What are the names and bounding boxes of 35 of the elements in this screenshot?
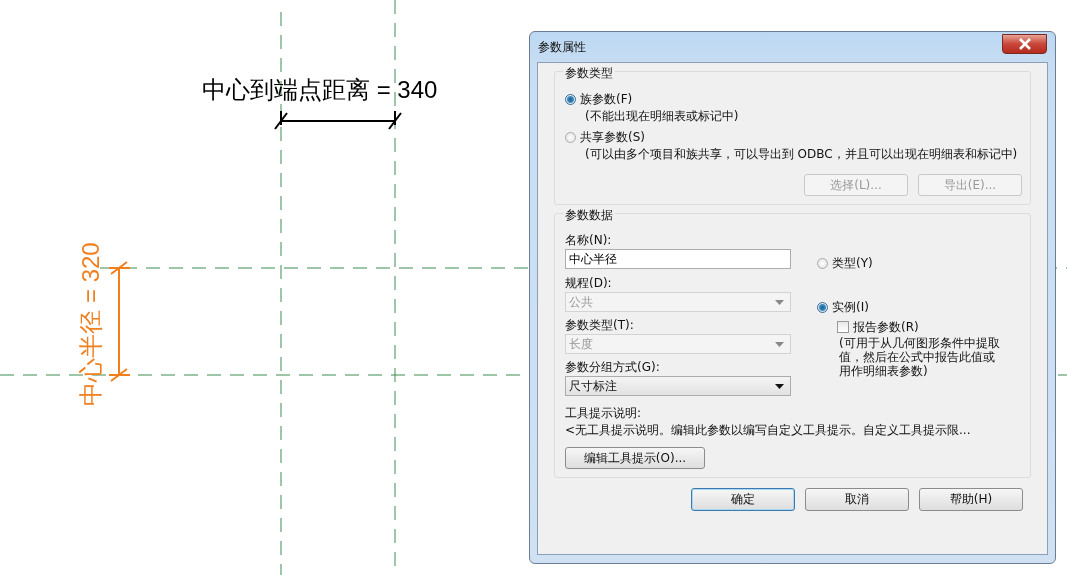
close-button[interactable]	[1002, 34, 1047, 54]
radio-button[interactable]	[565, 131, 576, 143]
checkbox-option[interactable]: 报告参数(R)	[837, 318, 1004, 336]
group-title: 参数数据	[563, 207, 615, 224]
option-note: (不能出现在明细表或标记中)	[584, 108, 740, 124]
field-label: 名称(N):	[565, 232, 613, 249]
radio-option[interactable]: 类型(Y)	[817, 254, 1004, 272]
option-note: (可以由多个项目和族共享，可以导出到 ODBC，并且可以出现在明细表和标记中)	[584, 146, 1019, 162]
radio-button[interactable]	[817, 257, 828, 269]
dialog-button[interactable]: 取消	[805, 488, 909, 511]
field-label: 参数分组方式(G):	[565, 359, 661, 376]
dimension-label: 中心到端点距离 = 340	[202, 75, 438, 105]
field-label: 规程(D):	[565, 275, 613, 292]
edit-tooltip-button[interactable]: 编辑工具提示(O)...	[565, 447, 705, 469]
dialog-button[interactable]: 确定	[691, 488, 795, 511]
radio-button[interactable]	[565, 93, 576, 105]
field-label: 参数类型(T):	[565, 317, 635, 334]
dimension-label: 中心半径 = 320	[76, 241, 105, 408]
radio-button[interactable]	[817, 301, 828, 313]
name-field[interactable]: 中心半径	[565, 249, 791, 269]
dialog-button[interactable]: 帮助(H)	[919, 488, 1023, 511]
option-note: (可用于从几何图形条件中提取值，然后在公式中报告此值或用作明细表参数)	[839, 336, 1001, 378]
radio-option[interactable]: 实例(I)	[817, 298, 1004, 316]
caret-icon	[775, 383, 784, 389]
field-label: 工具提示说明:	[565, 405, 643, 422]
checkbox[interactable]	[837, 321, 849, 333]
radio-option[interactable]: 共享参数(S)	[565, 128, 1022, 146]
close-icon	[1017, 38, 1032, 50]
dropdown[interactable]: 尺寸标注	[565, 376, 791, 396]
tooltip-text: <无工具提示说明。编辑此参数以编写自定义工具提示。自定义工具提示限...	[565, 422, 972, 439]
caret-icon	[775, 341, 784, 347]
group-title: 参数类型	[563, 65, 615, 82]
radio-option[interactable]: 族参数(F)	[565, 90, 1022, 108]
caret-icon	[775, 299, 784, 305]
window-title: 参数属性	[538, 38, 586, 56]
